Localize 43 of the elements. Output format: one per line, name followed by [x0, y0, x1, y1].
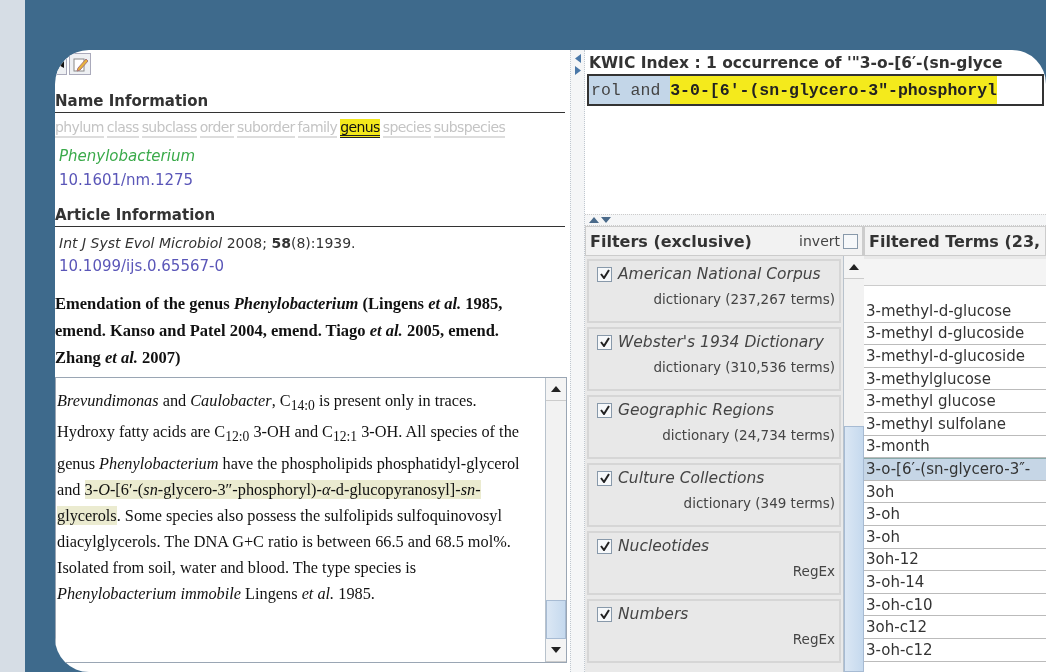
terms-title: Filtered Terms (23,: [869, 231, 1041, 251]
collapse-left-icon[interactable]: [574, 54, 581, 63]
filter-name: Numbers: [618, 605, 689, 623]
filters-title: Filters (exclusive): [590, 231, 752, 251]
filter-detail: RegEx: [792, 631, 835, 647]
invert-checkbox[interactable]: [843, 233, 858, 249]
filter-name: Culture Collections: [618, 469, 765, 487]
filter-detail: dictionary (349 terms): [683, 495, 835, 511]
filter-detail: dictionary (24,734 terms): [662, 427, 835, 443]
filter-checkbox[interactable]: [597, 538, 612, 554]
filter-checkbox[interactable]: [597, 402, 612, 418]
term-row[interactable]: 3-o-[6′-(sn-glycero-3″-: [864, 458, 1046, 481]
scrollbar-thumb[interactable]: [844, 425, 864, 672]
filter-checkbox[interactable]: [597, 334, 612, 350]
taxon-name: Phenylobacterium: [59, 146, 197, 167]
filter-name: Nucleotides: [618, 537, 710, 555]
filter-detail: dictionary (310,536 terms): [653, 359, 835, 375]
filter-name: American National Corpus: [618, 265, 821, 283]
expand-right-icon[interactable]: [574, 66, 581, 75]
scrollbar-thumb[interactable]: [546, 599, 566, 639]
kwic-title: KWIC Index : 1 occurrence of '"3-o-[6′-(sn-glyce: [588, 53, 1004, 74]
filter-detail: RegEx: [792, 563, 835, 579]
article-title: Emendation of the genus Phenylobacterium (Lingens et al. 1985, emend. Kanso and Patel 2004, emend. Tiago et al. 2005, emend. Zhang et al. 2007): [55, 293, 504, 369]
filter-name: Geographic Regions: [618, 401, 774, 419]
filter-checkbox[interactable]: [597, 266, 612, 282]
doi-link[interactable]: 10.1601/nm.1275: [59, 168, 570, 192]
invert-label: invert: [799, 233, 840, 249]
splitter-arrows-icon[interactable]: [589, 217, 611, 223]
filter-detail: dictionary (237,267 terms): [653, 291, 835, 307]
filter-checkbox[interactable]: [597, 470, 612, 486]
filter-checkbox[interactable]: [597, 606, 612, 622]
down-arrow-icon[interactable]: [551, 647, 561, 653]
up-arrow-icon[interactable]: [551, 386, 561, 392]
edit-button[interactable]: [69, 53, 91, 75]
doi-link[interactable]: 10.1099/ijs.0.65567-0: [59, 254, 570, 278]
citation-text: Int J Syst Evol Microbiol 2008; 58(8):1939.: [59, 234, 357, 253]
rank-tab[interactable]: genus: [340, 119, 380, 138]
section-heading: Article Information: [55, 206, 565, 227]
section-heading: Name Information: [55, 92, 565, 113]
description-text: Brevundimonas and Caulobacter, C$_{14:0}$ is present only in traces. Hydroxy fatty acids are C$_{12:0}$ 3-OH and C$_{12:1}$ 3-OH. All species of the genus Phenylobacterium have the phospholipids phosphatidyl-glycerol and 3-O-[6′-(sn-glycero-3″-phosphoryl)-α-d-glucopyranosyl]-sn-glycerols. Some species also possess the sulfolipids sulfoquinovosyl diacylglycerols. The DNA G+C ratio is between 66.5 and 68.5 mol%. Isolated from soil, water and blood. The type species is Phenylobacterium immobile Lingens et al. 1985.: [56, 390, 521, 605]
filter-name: Webster's 1934 Dictionary: [618, 333, 824, 351]
pencil-icon: [72, 56, 88, 72]
up-arrow-icon[interactable]: [849, 264, 859, 270]
